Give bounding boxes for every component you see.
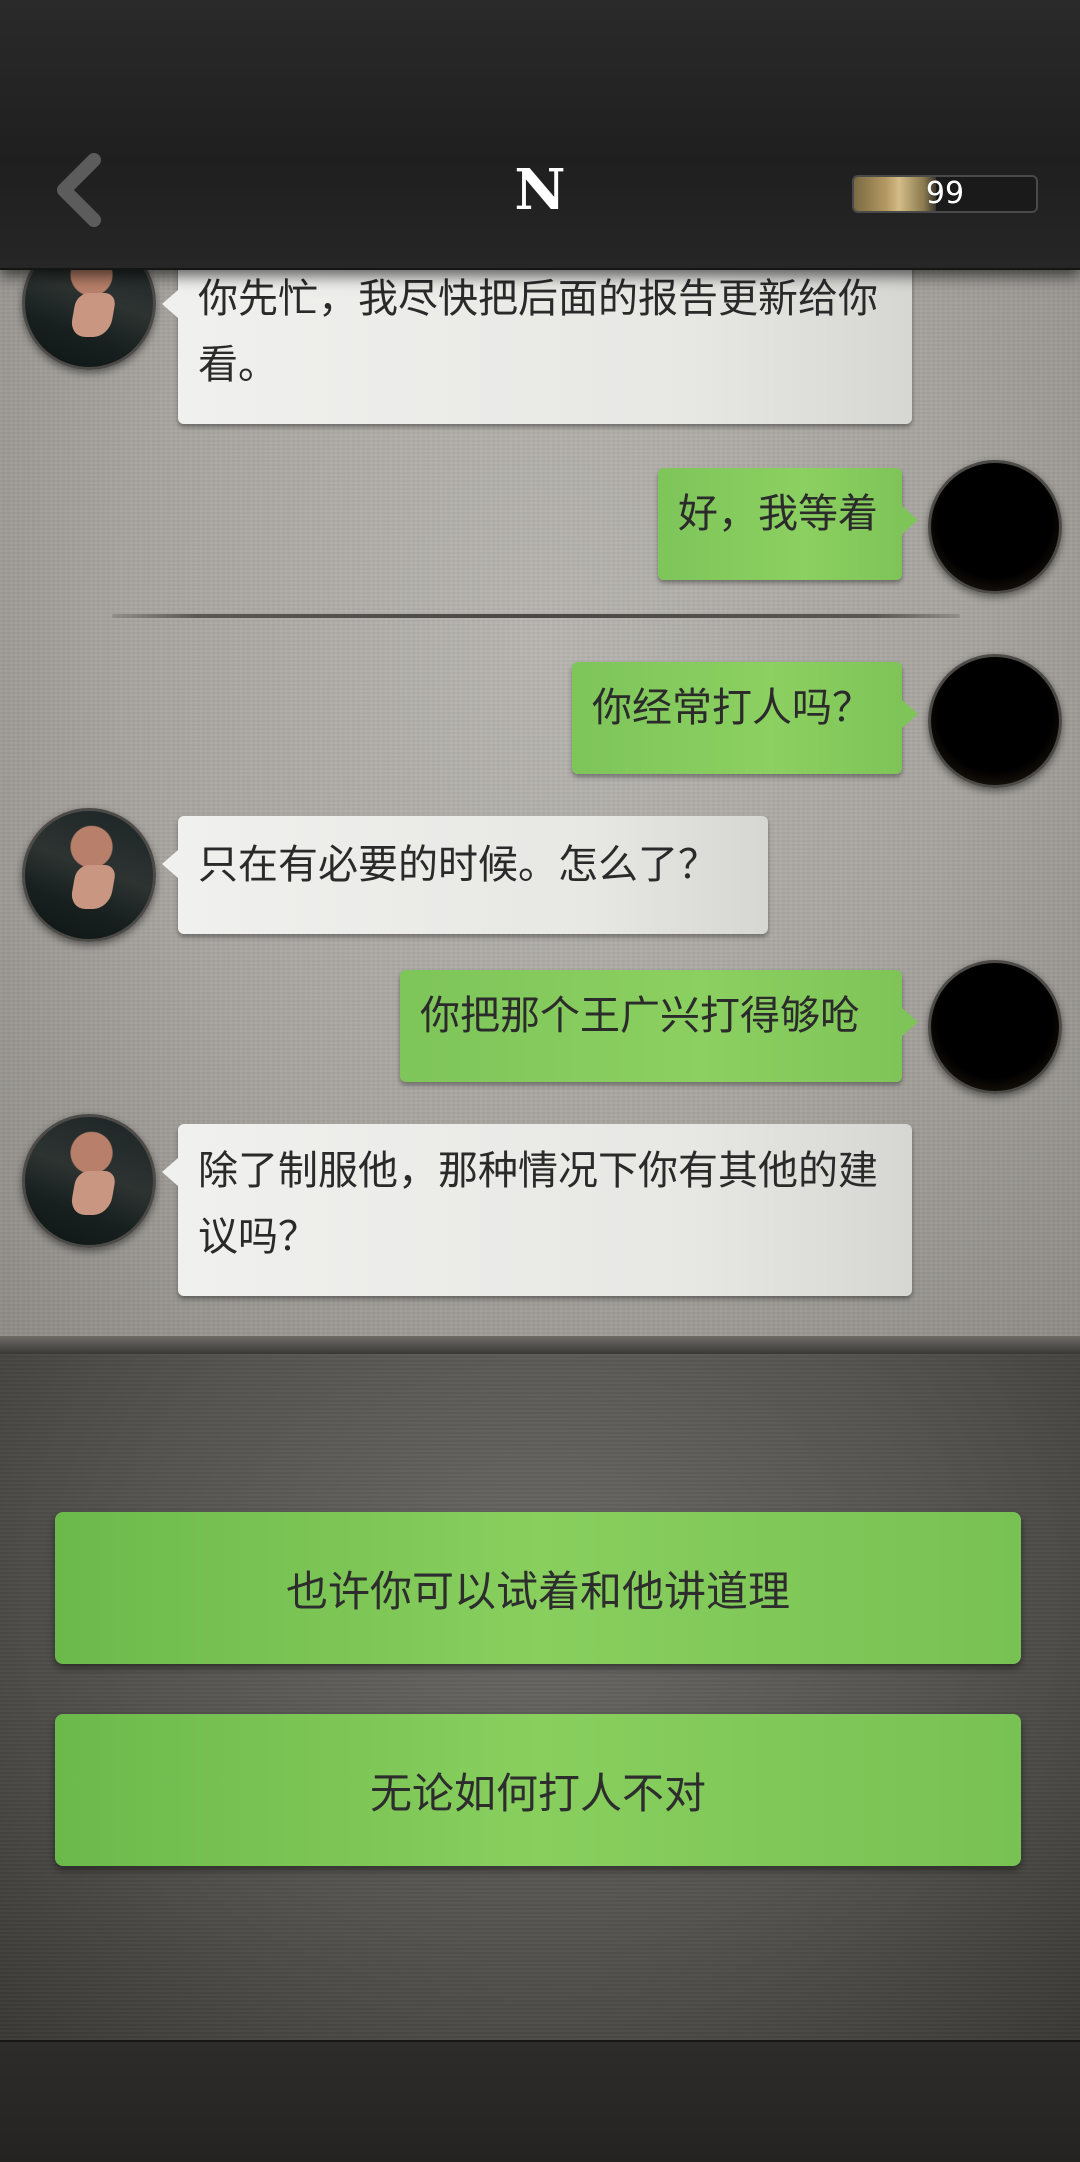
reply-option-1[interactable]: 也许你可以试着和他讲道理 <box>55 1512 1021 1664</box>
reply-options-panel: 也许你可以试着和他讲道理 无论如何打人不对 <box>0 1354 1080 2040</box>
contact-avatar <box>22 268 156 370</box>
energy-value: 99 <box>925 176 965 211</box>
contact-avatar <box>22 808 156 942</box>
message-bubble-incoming: 除了制服他，那种情况下你有其他的建议吗？ <box>162 1124 912 1296</box>
top-bar: N 99 <box>0 0 1080 270</box>
contact-avatar <box>22 1114 156 1248</box>
user-avatar <box>928 654 1062 788</box>
message-bubble-outgoing: 你经常打人吗？ <box>572 662 918 774</box>
message-bubble-incoming: 只在有必要的时候。怎么了？ <box>162 816 768 934</box>
user-avatar <box>928 960 1062 1094</box>
chat-area[interactable]: 你先忙，我尽快把后面的报告更新给你看。 好，我等着 你经常打人吗？ 只在有必要的… <box>0 268 1080 1340</box>
energy-meter: 99 <box>852 175 1038 213</box>
conversation-divider <box>112 614 960 618</box>
user-avatar <box>928 460 1062 594</box>
message-bubble-incoming: 你先忙，我尽快把后面的报告更新给你看。 <box>162 268 912 424</box>
message-bubble-outgoing: 好，我等着 <box>658 468 918 580</box>
reply-option-2[interactable]: 无论如何打人不对 <box>55 1714 1021 1866</box>
chat-bottom-edge <box>0 1336 1080 1354</box>
message-bubble-outgoing: 你把那个王广兴打得够呛 <box>400 970 918 1082</box>
bottom-bar <box>0 2040 1080 2162</box>
